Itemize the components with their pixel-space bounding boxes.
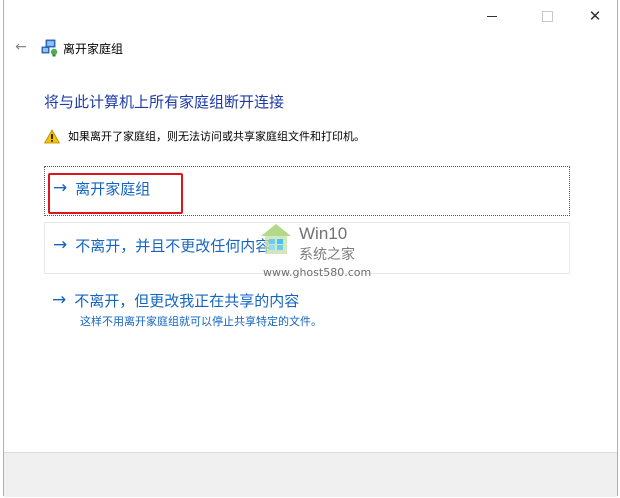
option-stay-change-sharing[interactable]: → 不离开，但更改我正在共享的内容 这样不用离开家庭组就可以停止共享特定的文件。 <box>44 284 570 332</box>
watermark: Win10 系统之家 www.ghost580.com <box>259 222 389 284</box>
title-bar: ✕ <box>4 0 617 33</box>
option-label: 不离开，但更改我正在共享的内容 <box>74 292 300 310</box>
close-icon: ✕ <box>588 7 602 25</box>
maximize-icon <box>541 11 553 22</box>
header-title: 离开家庭组 <box>63 42 124 56</box>
main-heading: 将与此计算机上所有家庭组断开连接 <box>44 93 285 111</box>
footer-bar <box>4 452 617 497</box>
minimize-icon <box>487 16 497 17</box>
arrow-right-icon: → <box>53 235 68 255</box>
watermark-url: www.ghost580.com <box>263 266 372 279</box>
warning-row: 如果离开了家庭组，则无法访问或共享家庭组文件和打印机。 <box>44 127 365 145</box>
maximize-button[interactable] <box>524 0 570 33</box>
warning-icon <box>44 128 60 143</box>
option-description: 这样不用离开家庭组就可以停止共享特定的文件。 <box>80 315 322 328</box>
warning-text: 如果离开了家庭组，则无法访问或共享家庭组文件和打印机。 <box>68 130 365 143</box>
watermark-subtitle: 系统之家 <box>299 247 355 263</box>
homegroup-window: ✕ ← 离开家庭组 将与此计算机上所有家庭组断开连接 如果离开了家庭组，则无法访… <box>3 0 618 497</box>
homegroup-icon <box>41 39 58 57</box>
minimize-button[interactable] <box>469 0 515 33</box>
back-arrow-icon: ← <box>15 39 27 55</box>
close-button[interactable]: ✕ <box>572 0 618 33</box>
arrow-right-icon: → <box>52 290 67 310</box>
option-label: 不离开，并且不更改任何内容 <box>75 237 271 255</box>
watermark-title: Win10 <box>299 224 348 243</box>
back-button[interactable]: ← <box>10 37 32 57</box>
red-highlight-box <box>48 173 183 214</box>
win10-logo-icon <box>261 224 291 254</box>
